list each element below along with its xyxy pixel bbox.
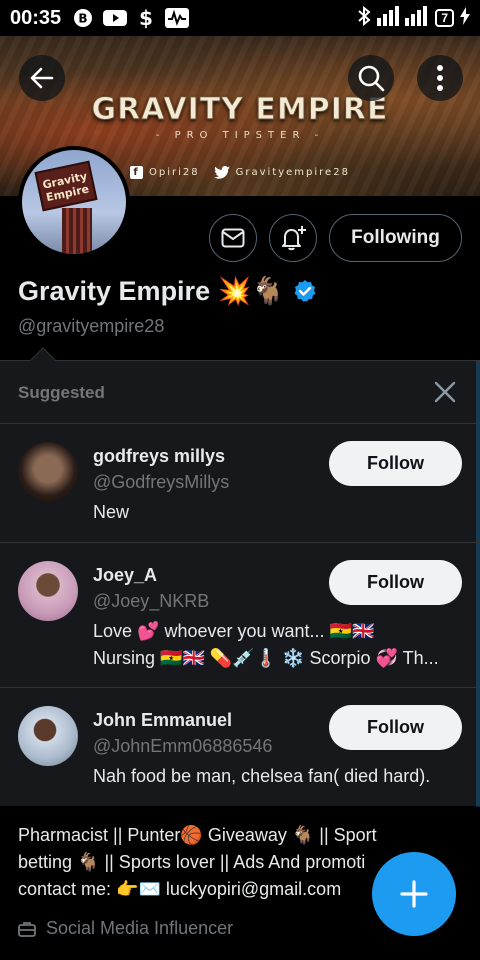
compose-button[interactable] xyxy=(372,852,456,936)
suggested-user-bio: New xyxy=(93,502,130,522)
suggested-user-bio: Nah food be man, chelsea fan( died hard)… xyxy=(93,766,431,786)
bell-plus-icon xyxy=(282,226,306,251)
status-bar: 00:35 B $ 7 xyxy=(0,0,480,36)
search-icon xyxy=(358,65,385,92)
activity-icon xyxy=(165,8,190,28)
dismiss-suggested-button[interactable] xyxy=(430,377,460,407)
profile-name-row: Gravity Empire 💥🐐 xyxy=(18,275,317,307)
plus-icon xyxy=(400,880,428,908)
more-vertical-icon xyxy=(437,65,443,91)
profile-handle: @gravityempire28 xyxy=(18,316,165,336)
back-button[interactable] xyxy=(19,55,65,101)
verified-badge-icon xyxy=(294,280,316,302)
following-button[interactable]: Following xyxy=(329,214,462,262)
profile-avatar[interactable]: Gravity Empire xyxy=(18,146,130,258)
twitter-icon xyxy=(213,166,230,179)
suggested-user-bio-line: Love 💕 whoever you want... 🇬🇭🇬🇧 xyxy=(93,621,375,641)
suggested-user-row[interactable]: John Emmanuel @JohnEmm06886546 Nah food … xyxy=(0,687,480,807)
bio-line: Pharmacist || Punter🏀 Giveaway 🐐 || Spor… xyxy=(18,825,377,845)
suggested-user-handle: @Joey_NKRB xyxy=(93,591,210,611)
banner-twitter: Gravityempire28 xyxy=(213,166,350,179)
close-icon xyxy=(434,381,456,403)
facebook-icon: f xyxy=(130,166,143,179)
suggested-user-avatar[interactable] xyxy=(18,442,78,502)
avatar-tower xyxy=(62,208,92,254)
facebook-handle: Opiri28 xyxy=(149,167,200,178)
banner-facebook: f Opiri28 xyxy=(130,166,200,179)
suggested-user-avatar[interactable] xyxy=(18,706,78,766)
battery-level: 7 xyxy=(441,11,448,25)
more-options-button[interactable] xyxy=(417,55,463,101)
banner-socials: f Opiri28 Gravityempire28 xyxy=(130,166,350,179)
banner-subtitle: - PRO TIPSTER - xyxy=(155,130,325,141)
suggested-user-avatar[interactable] xyxy=(18,561,78,621)
dollar-icon: $ xyxy=(137,7,155,29)
category-label: Social Media Influencer xyxy=(46,918,234,938)
svg-text:$: $ xyxy=(139,7,153,29)
banner-title: GRAVITY EMPIRE xyxy=(91,92,389,128)
avatar-sign: Gravity Empire xyxy=(34,160,98,212)
status-time: 00:35 xyxy=(10,6,62,29)
profile-name: Gravity Empire 💥🐐 xyxy=(18,276,285,306)
envelope-icon xyxy=(221,228,245,248)
b-app-icon: B xyxy=(73,8,93,28)
suggested-user-name: Joey_A xyxy=(93,565,158,585)
suggested-user-name: godfreys millys xyxy=(93,446,226,466)
suggested-panel: Suggested godfreys millys @GodfreysMilly… xyxy=(0,360,480,807)
bluetooth-icon xyxy=(357,5,371,30)
suggested-user-row[interactable]: Joey_A @Joey_NKRB Love 💕 whoever you wan… xyxy=(0,542,480,687)
signal-icon xyxy=(377,6,429,30)
battery-icon: 7 xyxy=(435,9,454,27)
follow-button[interactable]: Follow xyxy=(329,560,462,605)
charging-icon xyxy=(460,7,470,29)
message-button[interactable] xyxy=(209,214,257,262)
twitter-handle: Gravityempire28 xyxy=(235,167,350,178)
briefcase-icon xyxy=(18,921,36,937)
search-button[interactable] xyxy=(348,55,394,101)
avatar-image: Gravity Empire xyxy=(22,150,126,254)
notify-button[interactable] xyxy=(269,214,317,262)
suggested-user-name: John Emmanuel xyxy=(93,710,233,730)
profile-category: Social Media Influencer xyxy=(18,918,233,939)
youtube-icon xyxy=(103,9,128,27)
back-arrow-icon xyxy=(30,67,54,89)
suggested-user-row[interactable]: godfreys millys @GodfreysMillys New Foll… xyxy=(0,423,480,542)
suggested-user-handle: @JohnEmm06886546 xyxy=(93,736,273,756)
suggested-user-bio-line: Nursing 🇬🇭🇬🇧 💊💉🌡️ ❄️ Scorpio 💞 Th... xyxy=(93,648,439,668)
status-right: 7 xyxy=(357,5,470,30)
svg-text:B: B xyxy=(79,12,88,26)
follow-button[interactable]: Follow xyxy=(329,705,462,750)
suggested-user-handle: @GodfreysMillys xyxy=(93,472,230,492)
suggested-header: Suggested xyxy=(18,383,105,402)
follow-button[interactable]: Follow xyxy=(329,441,462,486)
